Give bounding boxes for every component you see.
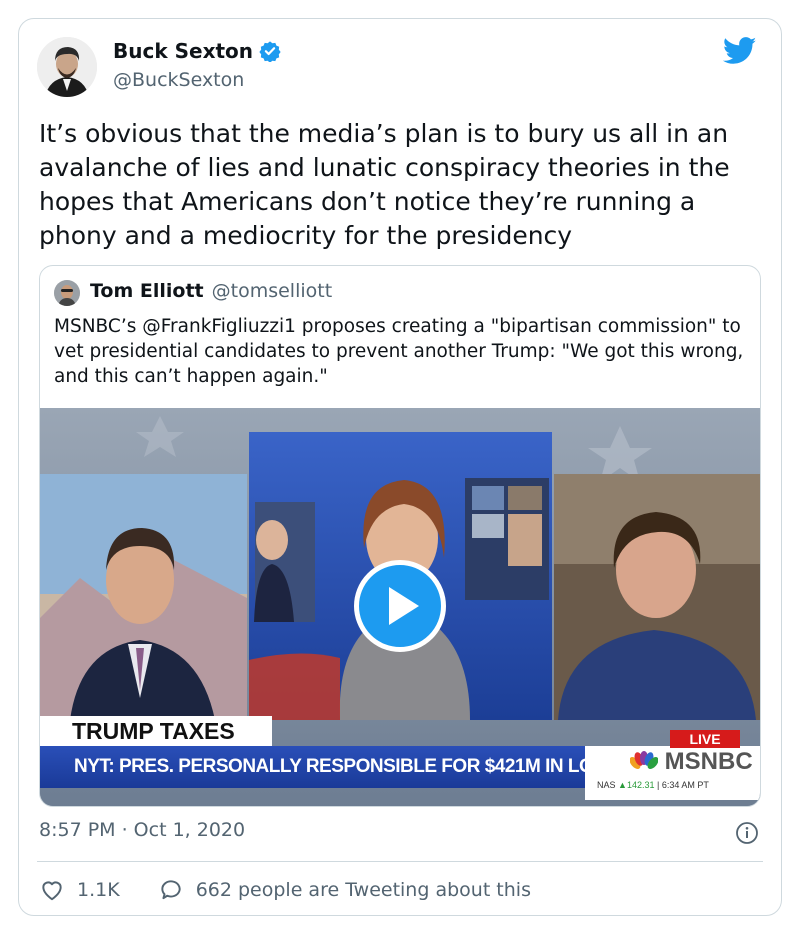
market-ticker: NAS ▲142.31 | 6:34 AM PT [597,780,709,790]
author-name-row: Buck Sexton [113,39,281,63]
action-bar: 1.1K 662 people are Tweeting about this [39,877,569,903]
quoted-author-name[interactable]: Tom Elliott [90,280,204,302]
info-icon[interactable] [735,821,759,845]
play-icon[interactable] [354,560,446,652]
network-name: MSNBC [664,748,753,775]
quoted-tweet[interactable]: Tom Elliott @tomselliott MSNBC’s @FrankF… [39,265,761,807]
tweet-card[interactable]: Buck Sexton @BuckSexton It’s obvious tha… [18,18,782,916]
heart-icon [42,881,62,901]
network-logo: MSNBC [629,748,753,776]
like-count: 1.1K [77,879,120,901]
tweet-timestamp[interactable]: 8:57 PM · Oct 1, 2020 [39,819,245,841]
video-thumbnail[interactable]: TRUMP TAXES NYT: PRES. PERSONALLY RESPON… [40,408,760,806]
verified-badge-icon [259,41,281,62]
reply-button[interactable]: 662 people are Tweeting about this [158,877,531,903]
author-avatar[interactable] [37,37,97,97]
author-handle[interactable]: @BuckSexton [113,69,244,91]
quoted-author-row: Tom Elliott @tomselliott [90,280,332,302]
quoted-author-avatar[interactable] [54,280,80,306]
divider [37,861,763,862]
ticker-label: NAS [597,780,616,790]
ticker-ampm: AM PT [681,780,709,790]
ticker-value: ▲142.31 [618,780,655,790]
chyron-title: TRUMP TAXES [40,716,272,746]
like-button[interactable]: 1.1K [39,877,120,903]
twitter-bird-icon[interactable] [723,37,757,65]
ticker-time: 6:34 [661,780,680,790]
quoted-author-handle[interactable]: @tomselliott [212,280,333,302]
peacock-icon [629,751,659,769]
speech-bubble-icon [161,880,181,900]
reply-text: 662 people are Tweeting about this [195,879,531,901]
chyron-headline: NYT: PRES. PERSONALLY RESPONSIBLE FOR $4… [40,746,760,788]
author-name[interactable]: Buck Sexton [113,39,253,63]
quoted-tweet-text: MSNBC’s @FrankFigliuzzi1 proposes creati… [54,316,744,387]
tweet-text: It’s obvious that the media’s plan is to… [39,119,730,250]
live-badge: LIVE [670,730,740,748]
